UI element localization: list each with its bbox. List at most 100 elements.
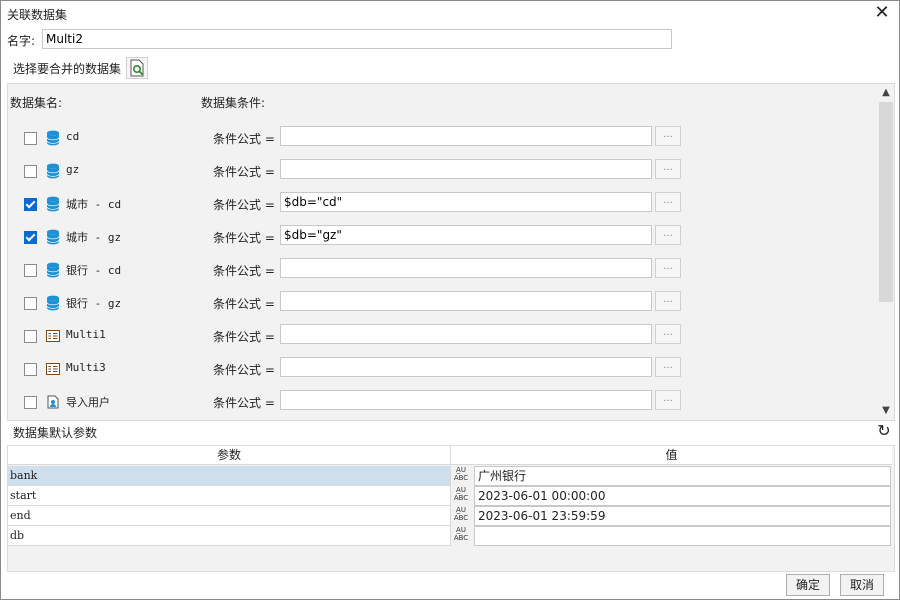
dataset-row: 城市 - gz 条件公式 =... <box>8 220 878 253</box>
scroll-thumb[interactable] <box>879 102 893 302</box>
condition-label: 条件公式 = <box>213 363 275 377</box>
condition-more-button[interactable]: ... <box>655 357 681 377</box>
param-row[interactable]: start A̲U ABC 2023-06-01 00:00:00 <box>8 486 894 506</box>
dataset-name: 银行 - cd <box>66 264 122 277</box>
param-value[interactable] <box>474 526 891 546</box>
dataset-row: Multi1 条件公式 =... <box>8 319 878 352</box>
param-row[interactable]: end A̲U ABC 2023-06-01 23:59:59 <box>8 506 894 526</box>
title-bar: 关联数据集 ✕ <box>1 1 899 27</box>
dataset-name: Multi1 <box>66 328 106 341</box>
dataset-row: cd 条件公式 =... <box>8 121 878 154</box>
param-name: start <box>8 486 451 506</box>
select-datasets-label: 选择要合并的数据集 <box>13 62 122 76</box>
name-label: 名字: <box>7 34 36 48</box>
condition-more-button[interactable]: ... <box>655 291 681 311</box>
dataset-row: 银行 - cd 条件公式 =... <box>8 253 878 286</box>
default-params-label: 数据集默认参数 <box>13 426 98 440</box>
dataset-checkbox[interactable] <box>24 132 37 145</box>
dataset-name: cd <box>66 130 80 143</box>
type-label: ABC <box>453 534 469 542</box>
condition-more-button[interactable]: ... <box>655 324 681 344</box>
dataset-row: Multi3 条件公式 =... <box>8 352 878 385</box>
condition-more-button[interactable]: ... <box>655 192 681 212</box>
dataset-checkbox[interactable] <box>24 264 37 277</box>
dataset-checkbox[interactable] <box>24 165 37 178</box>
condition-more-button[interactable]: ... <box>655 225 681 245</box>
dataset-checkbox[interactable] <box>24 297 37 310</box>
condition-label: 条件公式 = <box>213 231 275 245</box>
dataset-checkbox[interactable] <box>24 198 37 211</box>
search-document-icon <box>130 59 144 77</box>
database-icon <box>46 130 60 146</box>
scroll-down-icon[interactable]: ▼ <box>878 403 894 419</box>
close-icon[interactable]: ✕ <box>871 2 893 24</box>
dataset-name: Multi3 <box>66 361 106 374</box>
condition-input[interactable] <box>280 225 652 245</box>
condition-input[interactable] <box>280 126 652 146</box>
param-row[interactable]: db A̲U ABC <box>8 526 894 546</box>
condition-label: 条件公式 = <box>213 165 275 179</box>
dataset-checkbox[interactable] <box>24 330 37 343</box>
condition-label: 条件公式 = <box>213 330 275 344</box>
condition-more-button[interactable]: ... <box>655 390 681 410</box>
cancel-button[interactable]: 取消 <box>840 574 884 596</box>
param-value[interactable]: 2023-06-01 23:59:59 <box>474 506 891 526</box>
type-label: ABC <box>453 494 469 502</box>
database-icon <box>46 262 60 278</box>
select-dataset-button[interactable] <box>126 57 148 79</box>
condition-label: 条件公式 = <box>213 297 275 311</box>
param-row[interactable]: bank A̲U ABC 广州银行 <box>8 466 894 486</box>
dataset-checkbox[interactable] <box>24 396 37 409</box>
type-abc-icon[interactable]: A̲U ABC <box>451 486 471 505</box>
dataset-name: 城市 - cd <box>66 198 122 211</box>
condition-more-button[interactable]: ... <box>655 258 681 278</box>
dialog-title: 关联数据集 <box>7 8 68 22</box>
vertical-scrollbar[interactable]: ▲ ▼ <box>878 84 894 420</box>
database-icon <box>46 163 60 179</box>
dataset-name: gz <box>66 163 80 176</box>
import-user-icon <box>46 394 60 410</box>
dataset-row: gz 条件公式 =... <box>8 154 878 187</box>
dataset-checkbox[interactable] <box>24 231 37 244</box>
condition-more-button[interactable]: ... <box>655 159 681 179</box>
database-icon <box>46 295 60 311</box>
condition-label: 条件公式 = <box>213 198 275 212</box>
dataset-checkbox[interactable] <box>24 363 37 376</box>
condition-input[interactable] <box>280 291 652 311</box>
condition-input[interactable] <box>280 258 652 278</box>
database-icon <box>46 229 60 245</box>
dialog-window: 关联数据集 ✕ 名字: 选择要合并的数据集 数据集名: 数据集条件: cd 条件公… <box>0 0 900 600</box>
type-label: ABC <box>453 474 469 482</box>
multi-dataset-icon <box>46 328 60 344</box>
condition-input[interactable] <box>280 192 652 212</box>
param-value[interactable]: 广州银行 <box>474 466 891 486</box>
condition-label: 条件公式 = <box>213 132 275 146</box>
condition-input[interactable] <box>280 390 652 410</box>
value-column-header: 值 <box>451 446 892 465</box>
type-abc-icon[interactable]: A̲U ABC <box>451 466 471 485</box>
params-table: 参数 值 bank A̲U ABC 广州银行 start A̲U ABC 2023-06-01… <box>7 445 895 572</box>
condition-input[interactable] <box>280 324 652 344</box>
dataset-row: 导入用户 条件公式 =... <box>8 385 878 418</box>
multi-dataset-icon <box>46 361 60 377</box>
dataset-name: 银行 - gz <box>66 297 122 310</box>
type-label: ABC <box>453 514 469 522</box>
dataset-row: 银行 - gz 条件公式 =... <box>8 286 878 319</box>
dataset-condition-header: 数据集条件: <box>201 96 266 110</box>
type-abc-icon[interactable]: A̲U ABC <box>451 506 471 525</box>
name-input[interactable] <box>42 29 672 49</box>
dataset-name-header: 数据集名: <box>10 96 63 110</box>
ok-button[interactable]: 确定 <box>786 574 830 596</box>
scroll-up-icon[interactable]: ▲ <box>878 85 894 101</box>
dataset-name: 城市 - gz <box>66 231 122 244</box>
condition-more-button[interactable]: ... <box>655 126 681 146</box>
condition-input[interactable] <box>280 159 652 179</box>
type-abc-icon[interactable]: A̲U ABC <box>451 526 471 545</box>
condition-input[interactable] <box>280 357 652 377</box>
datasets-panel: 数据集名: 数据集条件: cd 条件公式 =... gz 条件公式 =... 城市 - … <box>7 83 895 421</box>
param-name: db <box>8 526 451 546</box>
param-value[interactable]: 2023-06-01 00:00:00 <box>474 486 891 506</box>
condition-label: 条件公式 = <box>213 396 275 410</box>
refresh-icon[interactable]: ↻ <box>875 422 893 440</box>
dataset-row: 城市 - cd 条件公式 =... <box>8 187 878 220</box>
